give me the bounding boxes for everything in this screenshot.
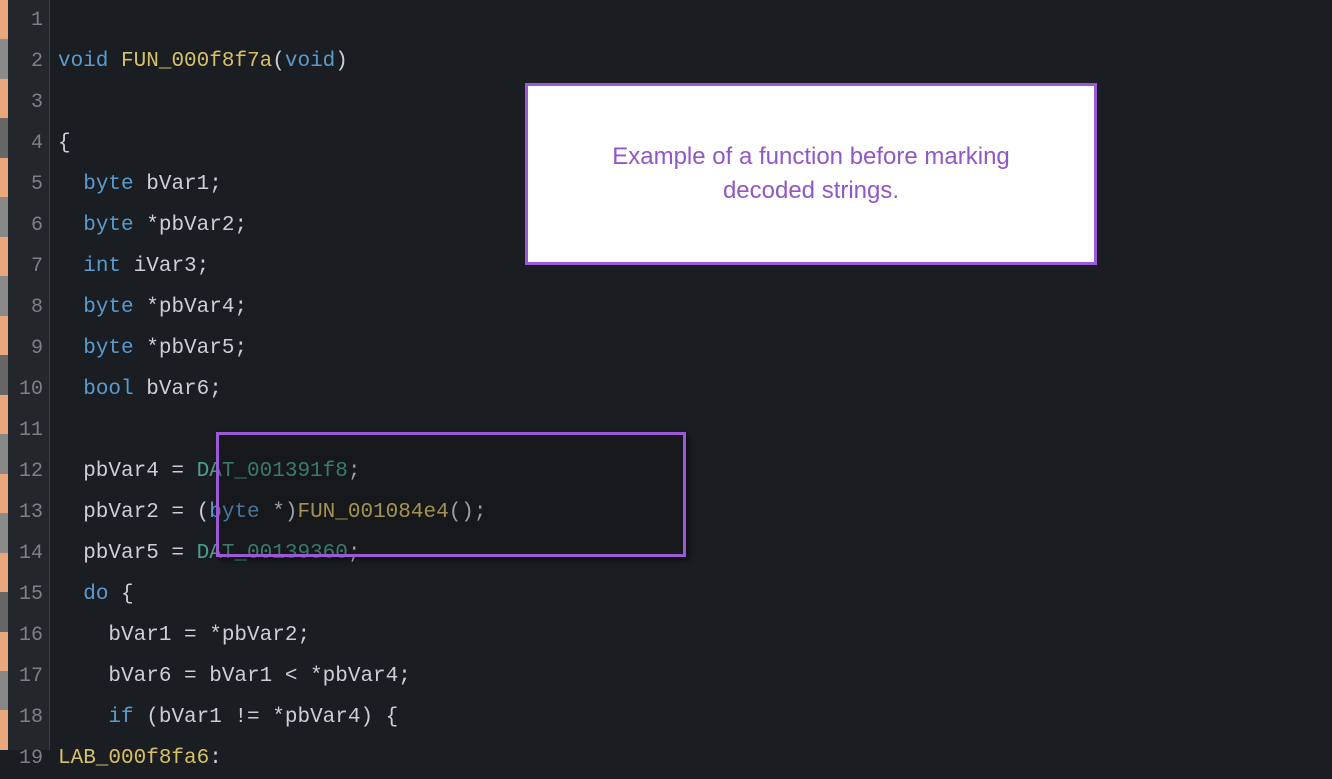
function-name[interactable]: FUN_000f8f7a (121, 50, 272, 73)
code-line[interactable]: bVar1 = *pbVar2; (58, 615, 1332, 656)
code-line[interactable]: void FUN_000f8f7a(void) (58, 41, 1332, 82)
line-number: 8 (8, 287, 49, 328)
code-line[interactable]: byte *pbVar5; (58, 328, 1332, 369)
line-number: 15 (8, 574, 49, 615)
line-number: 12 (8, 451, 49, 492)
line-number: 9 (8, 328, 49, 369)
edit-marker-strip (0, 0, 8, 750)
keyword-if: if (108, 706, 133, 729)
code-line[interactable]: pbVar5 = DAT_00139360; (58, 533, 1332, 574)
line-number: 4 (8, 123, 49, 164)
keyword-void: void (285, 50, 335, 73)
line-number: 3 (8, 82, 49, 123)
type-int: int (83, 255, 121, 278)
line-number: 18 (8, 697, 49, 738)
line-gutter: 1 2 3 4 5 6 7 8 9 10 11 12 13 14 15 16 1… (8, 0, 50, 750)
code-line[interactable] (58, 410, 1332, 451)
code-line[interactable]: do { (58, 574, 1332, 615)
code-line[interactable]: bVar6 = bVar1 < *pbVar4; (58, 656, 1332, 697)
code-line[interactable]: LAB_000f8fa6: (58, 738, 1332, 779)
data-reference[interactable]: DAT_00139360 (197, 542, 348, 565)
keyword-do: do (83, 583, 108, 606)
line-number: 7 (8, 246, 49, 287)
line-number: 13 (8, 492, 49, 533)
data-reference[interactable]: DAT_001391f8 (197, 460, 348, 483)
callout-text: Example of a function before marking dec… (568, 140, 1054, 207)
code-line[interactable]: bool bVar6; (58, 369, 1332, 410)
code-line[interactable]: if (bVar1 != *pbVar4) { (58, 697, 1332, 738)
line-number: 17 (8, 656, 49, 697)
code-line[interactable]: pbVar4 = DAT_001391f8; (58, 451, 1332, 492)
type-bool: bool (83, 378, 133, 401)
type-byte: byte (83, 173, 133, 196)
line-number: 5 (8, 164, 49, 205)
label[interactable]: LAB_000f8fa6 (58, 747, 209, 770)
keyword-void: void (58, 50, 108, 73)
line-number: 2 (8, 41, 49, 82)
line-number: 11 (8, 410, 49, 451)
type-byte: byte (83, 214, 133, 237)
type-byte: byte (209, 501, 259, 524)
type-byte: byte (83, 296, 133, 319)
line-number: 19 (8, 738, 49, 779)
code-line[interactable]: byte *pbVar4; (58, 287, 1332, 328)
function-call[interactable]: FUN_001084e4 (297, 501, 448, 524)
annotation-callout: Example of a function before marking dec… (525, 83, 1097, 265)
code-line[interactable] (58, 0, 1332, 41)
line-number: 1 (8, 0, 49, 41)
code-line[interactable]: pbVar2 = (byte *)FUN_001084e4(); (58, 492, 1332, 533)
line-number: 16 (8, 615, 49, 656)
line-number: 14 (8, 533, 49, 574)
type-byte: byte (83, 337, 133, 360)
line-number: 10 (8, 369, 49, 410)
line-number: 6 (8, 205, 49, 246)
